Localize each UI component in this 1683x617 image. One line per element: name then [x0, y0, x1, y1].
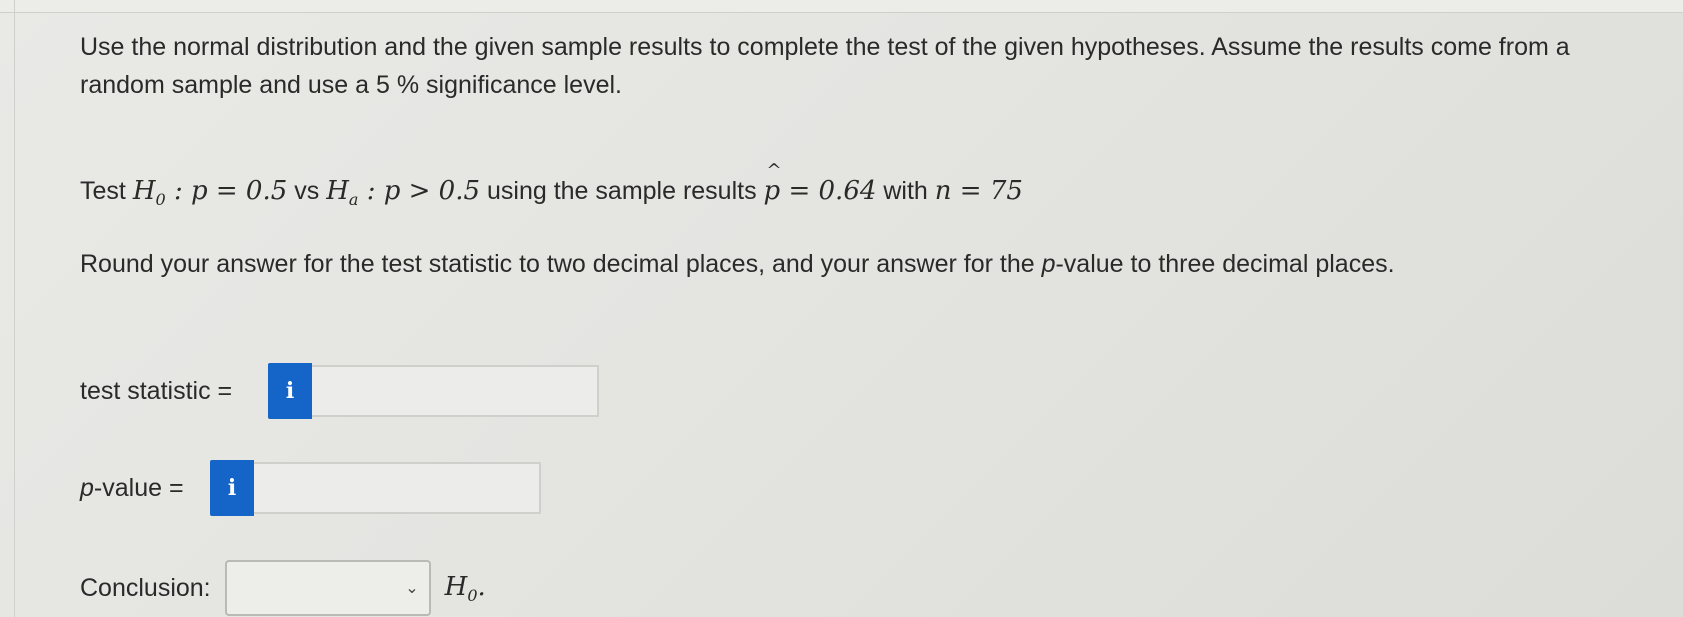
- conclusion-row: Conclusion: ⌄ H0.: [80, 560, 486, 616]
- question-prompt: Use the normal distribution and the give…: [80, 33, 1570, 99]
- info-icon[interactable]: i: [210, 460, 254, 516]
- test-prefix: Test: [80, 177, 126, 205]
- conclusion-h0: H0.: [444, 571, 486, 605]
- hypothesis-statement: Test H0 : p = 0.5 vs Ha : p > 0.5 using …: [80, 160, 1023, 209]
- rounding-p: p: [1041, 250, 1056, 278]
- p-value-row: p-value = i: [80, 460, 541, 516]
- phat-value: = 0.64: [780, 176, 877, 206]
- conclusion-label: Conclusion:: [80, 573, 211, 602]
- with-text: with: [883, 177, 928, 205]
- h0-statement: : p = 0.5: [165, 176, 288, 206]
- n-value: = 75: [951, 176, 1023, 206]
- test-statistic-label: test statistic =: [80, 376, 233, 405]
- h0-symbol: H0: [132, 176, 166, 209]
- top-border: [0, 0, 1683, 13]
- ha-symbol: Ha: [326, 176, 359, 209]
- vs-text: vs: [294, 177, 320, 205]
- chevron-down-icon: ⌄: [405, 580, 419, 597]
- phat-symbol: p: [764, 160, 782, 206]
- left-border: [0, 0, 15, 617]
- p-value-input[interactable]: [254, 462, 541, 514]
- n-symbol: n: [934, 176, 952, 206]
- sample-text: using the sample results: [487, 177, 757, 205]
- p-value-label: p-value =: [80, 473, 184, 502]
- test-statistic-input[interactable]: [312, 365, 599, 417]
- ha-statement: : p > 0.5: [358, 176, 481, 206]
- conclusion-dropdown[interactable]: ⌄: [224, 560, 431, 616]
- rounding-instruction: Round your answer for the test statistic…: [80, 250, 1395, 278]
- test-statistic-row: test statistic = i: [80, 363, 599, 419]
- info-icon[interactable]: i: [268, 363, 312, 419]
- question-panel: Use the normal distribution and the give…: [80, 28, 1660, 616]
